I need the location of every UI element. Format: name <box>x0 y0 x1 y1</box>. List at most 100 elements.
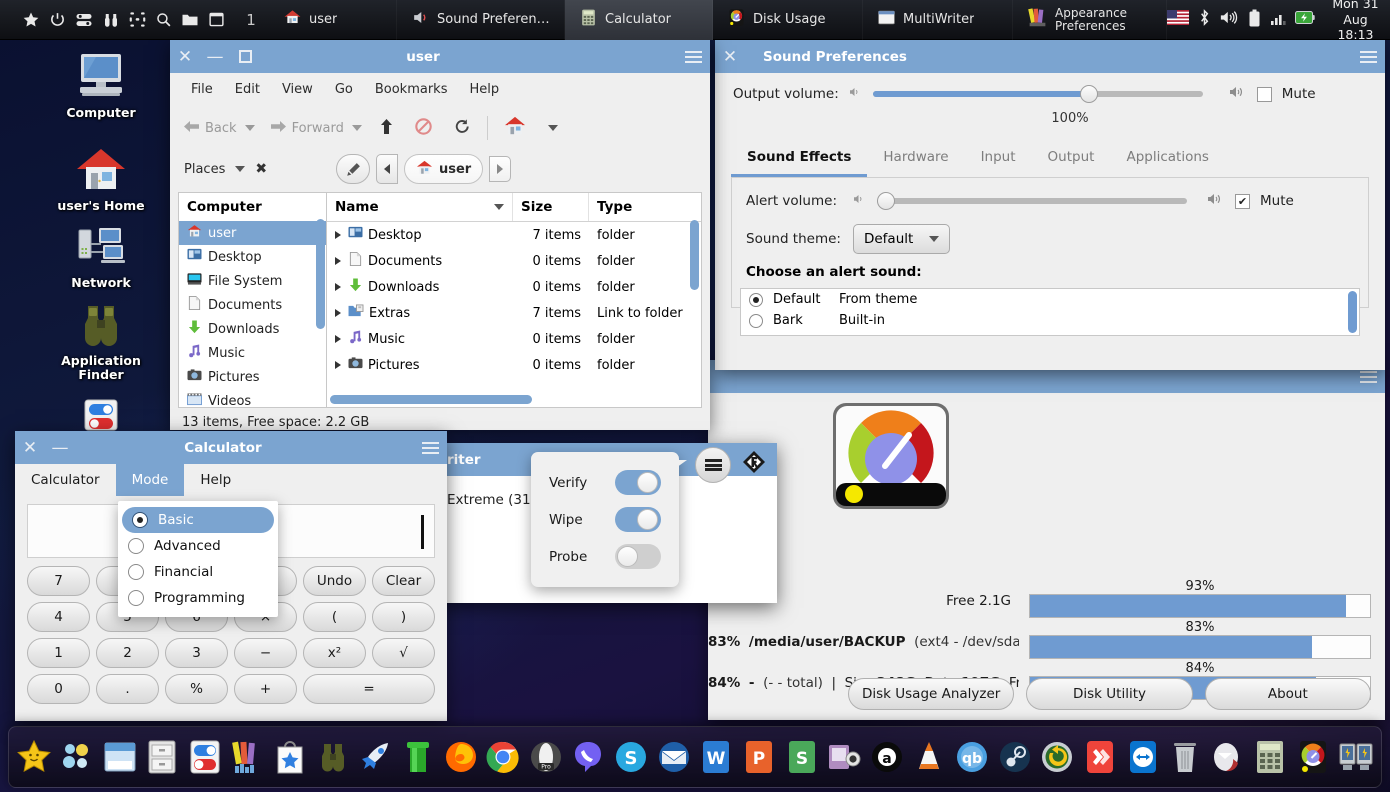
reload-button[interactable] <box>448 114 477 143</box>
window-menu-icon[interactable] <box>1351 40 1385 73</box>
sidebar-item-downloads[interactable]: Downloads <box>179 317 326 341</box>
multiwriter-app-icon[interactable] <box>743 451 765 477</box>
key-undo[interactable]: Undo <box>303 566 366 596</box>
sound-preferences-titlebar[interactable]: ✕ Sound Preferences <box>715 40 1385 73</box>
menu-bookmarks[interactable]: Bookmarks <box>364 78 459 101</box>
window-icon[interactable] <box>100 736 139 778</box>
path-edit-button[interactable] <box>336 154 370 184</box>
expander-icon[interactable] <box>335 335 341 343</box>
display-icon[interactable] <box>1336 736 1375 778</box>
anydesk-icon[interactable] <box>1081 736 1120 778</box>
rocket-icon[interactable] <box>356 736 395 778</box>
backup-icon[interactable] <box>1038 736 1077 778</box>
task-button-appearance-preferences[interactable]: Appearance Preferences <box>1013 0 1167 40</box>
skype-icon[interactable]: S <box>612 736 651 778</box>
network-signal-icon[interactable] <box>1270 10 1286 30</box>
key-7[interactable]: 7 <box>27 566 90 596</box>
key-percent[interactable]: % <box>165 674 228 704</box>
task-button-calculator[interactable]: Calculator <box>565 0 713 40</box>
desktop-icon-application-finder[interactable]: Application Finder <box>45 300 157 382</box>
option-probe[interactable]: Probe <box>531 538 679 575</box>
star-icon[interactable] <box>15 736 54 778</box>
file-cabinet-icon[interactable] <box>143 736 182 778</box>
key-0[interactable]: 0 <box>27 674 90 704</box>
task-button-user[interactable]: user <box>269 0 397 40</box>
search-icon[interactable] <box>155 11 172 28</box>
radio-icon[interactable] <box>128 538 144 554</box>
calculator-titlebar[interactable]: ✕ — Calculator <box>15 431 447 464</box>
sound-theme-combobox[interactable]: Default <box>852 224 951 254</box>
opera-pro-icon[interactable]: Pro <box>527 736 566 778</box>
tab-applications[interactable]: Applications <box>1110 140 1224 177</box>
task-button-multiwriter[interactable]: MultiWriter <box>863 0 1013 40</box>
tab-output[interactable]: Output <box>1032 140 1111 177</box>
mode-option-financial[interactable]: Financial <box>118 559 278 585</box>
audacious-icon[interactable]: a <box>868 736 907 778</box>
stop-button[interactable] <box>409 114 438 143</box>
radio-icon[interactable] <box>128 564 144 580</box>
folder-icon[interactable] <box>181 11 199 29</box>
table-row[interactable]: Extras 7 items Link to folder <box>327 300 701 326</box>
power-manager-icon[interactable] <box>1295 10 1315 29</box>
settings-toggle-icon[interactable] <box>186 736 225 778</box>
multiwriter-menu-button[interactable] <box>695 447 731 483</box>
mode-option-programming[interactable]: Programming <box>118 585 278 611</box>
alert-sound-scrollbar[interactable] <box>1348 291 1357 333</box>
workspace-number[interactable]: 1 <box>243 11 259 29</box>
sidebar-item-desktop[interactable]: Desktop <box>179 245 326 269</box>
vlc-icon[interactable] <box>910 736 949 778</box>
expander-icon[interactable] <box>335 257 341 265</box>
key-sqrt[interactable]: √ <box>372 638 435 668</box>
window-icon[interactable] <box>208 11 225 28</box>
sidebar-scrollbar[interactable] <box>316 219 325 329</box>
alert-sound-list[interactable]: Default From theme Bark Built-in <box>740 288 1360 336</box>
menu-mode[interactable]: Mode <box>115 464 185 496</box>
webcam-icon[interactable] <box>825 736 864 778</box>
desktop-icon-users-home[interactable]: user's Home <box>45 145 157 213</box>
file-manager-titlebar[interactable]: ✕ — user <box>170 40 710 73</box>
table-row[interactable]: Documents 0 items folder <box>327 248 701 274</box>
places-chevron-icon[interactable] <box>235 166 246 172</box>
list-item[interactable]: Default From theme <box>741 289 1359 310</box>
key-close-paren[interactable]: ) <box>372 602 435 632</box>
home-button[interactable] <box>498 112 532 144</box>
key-clear[interactable]: Clear <box>372 566 435 596</box>
key-1[interactable]: 1 <box>27 638 90 668</box>
keyboard-layout-us-icon[interactable] <box>1167 10 1189 29</box>
menu-help[interactable]: Help <box>458 78 510 101</box>
mail-icon[interactable] <box>1209 736 1248 778</box>
radio-icon[interactable] <box>128 590 144 606</box>
switch-user-icon[interactable] <box>75 11 93 29</box>
table-row[interactable]: Music 0 items folder <box>327 326 701 352</box>
places-close-icon[interactable]: ✖ <box>255 161 267 177</box>
menu-help[interactable]: Help <box>184 464 247 496</box>
key-decimal[interactable]: . <box>96 674 159 704</box>
radio-icon[interactable] <box>749 292 763 307</box>
close-icon[interactable]: ✕ <box>715 40 745 73</box>
task-button-disk-usage[interactable]: Disk Usage <box>713 0 863 40</box>
file-list-horizontal-scrollbar[interactable] <box>330 395 532 404</box>
menu-file[interactable]: File <box>180 78 224 101</box>
option-wipe[interactable]: Wipe <box>531 501 679 538</box>
clock[interactable]: Mon 31 Aug 18:13 <box>1325 0 1390 43</box>
expander-icon[interactable] <box>335 361 341 369</box>
disk-usage-analyzer-button[interactable]: Disk Usage Analyzer <box>848 678 1015 710</box>
powerpoint-icon[interactable]: P <box>740 736 779 778</box>
palette-icon[interactable] <box>228 736 267 778</box>
workspace-icon[interactable] <box>129 11 146 28</box>
path-button-user[interactable]: user <box>404 154 484 184</box>
firefox-icon[interactable] <box>441 736 480 778</box>
key-equals[interactable]: = <box>303 674 435 704</box>
up-button[interactable] <box>374 115 399 142</box>
menu-view[interactable]: View <box>271 78 324 101</box>
teamviewer-icon[interactable] <box>1123 736 1162 778</box>
volume-icon[interactable] <box>1220 9 1239 30</box>
probe-toggle[interactable] <box>615 544 661 569</box>
forward-button[interactable]: Forward <box>265 116 350 141</box>
path-scroll-left-button[interactable] <box>376 154 398 184</box>
back-button[interactable]: Back <box>178 116 243 141</box>
alert-volume-slider[interactable] <box>877 192 1187 210</box>
option-verify[interactable]: Verify <box>531 464 679 501</box>
key-3[interactable]: 3 <box>165 638 228 668</box>
word-icon[interactable]: W <box>697 736 736 778</box>
